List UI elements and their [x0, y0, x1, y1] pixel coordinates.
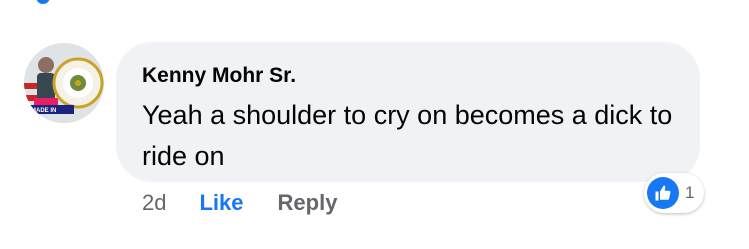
comment-author[interactable]: Kenny Mohr Sr.: [142, 64, 296, 88]
avatar-image: MADE IN: [24, 43, 104, 123]
like-icon: [647, 177, 679, 209]
avatar-badge-text: MADE IN: [31, 108, 56, 114]
reply-button[interactable]: Reply: [278, 190, 338, 216]
like-button[interactable]: Like: [199, 190, 243, 216]
comment-timestamp[interactable]: 2d: [142, 190, 166, 216]
comment-actions: 2d Like Reply: [142, 188, 337, 218]
avatar[interactable]: MADE IN: [24, 43, 104, 123]
previous-reaction-badge: [36, 0, 50, 4]
comment-text: Yeah a shoulder to cry on becomes a dick…: [142, 100, 673, 171]
reaction-summary[interactable]: 1: [644, 173, 705, 213]
comment-thread: MADE IN Kenny Mohr Sr. Yeah a shoulder t…: [0, 0, 749, 249]
comment-bubble: Kenny Mohr Sr. Yeah a shoulder to cry on…: [116, 42, 700, 182]
reaction-count: 1: [685, 183, 695, 202]
